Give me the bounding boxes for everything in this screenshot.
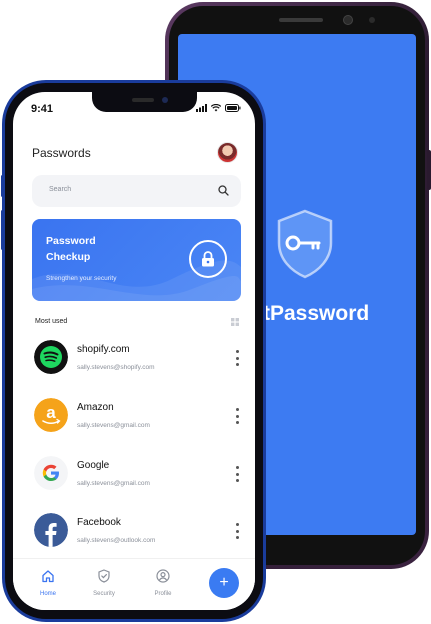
profile-icon [156, 569, 170, 583]
home-icon [42, 570, 54, 583]
back-phone-side-button [427, 150, 431, 190]
tab-home-label: Home [39, 591, 56, 597]
lock-icon [202, 251, 214, 267]
list-item[interactable]: Facebook sally.stevens@outlook.com [13, 513, 255, 563]
back-phone-sensor-icon [369, 17, 375, 23]
item-email: sally.stevens@gmail.com [77, 422, 150, 429]
front-camera-icon [162, 97, 168, 103]
more-options-icon[interactable] [234, 350, 240, 366]
search-icon[interactable] [218, 185, 229, 196]
notch [92, 92, 197, 112]
item-name: Amazon [77, 402, 114, 413]
volume-down-button [1, 210, 4, 250]
list-item[interactable]: shopify.com sally.stevens@shopify.com [13, 340, 255, 390]
item-email: sally.stevens@shopify.com [77, 364, 155, 371]
app-screen: 9:41 Passwords Search Password Checkup S… [13, 92, 255, 610]
list-item[interactable]: a Amazon sally.stevens@gmail.com [13, 398, 255, 448]
front-phone: 9:41 Passwords Search Password Checkup S… [1, 80, 266, 622]
avatar[interactable] [217, 142, 238, 163]
facebook-logo-icon [34, 513, 68, 547]
status-time: 9:41 [31, 103, 54, 115]
bottom-tab-bar: Home Security Profile + [13, 558, 255, 610]
more-options-icon[interactable] [234, 408, 240, 424]
amazon-logo-icon: a [34, 398, 68, 432]
more-options-icon[interactable] [234, 523, 240, 539]
tab-security-label: Security [93, 591, 115, 597]
item-name: shopify.com [77, 344, 130, 355]
status-icons [196, 104, 241, 112]
search-input[interactable]: Search [49, 186, 71, 193]
item-email: sally.stevens@gmail.com [77, 480, 150, 487]
back-phone-camera-icon [344, 16, 352, 24]
add-password-button[interactable]: + [209, 568, 239, 598]
most-used-label: Most used [35, 318, 68, 325]
more-options-icon[interactable] [234, 466, 240, 482]
grid-view-icon[interactable] [231, 318, 239, 326]
tab-profile[interactable]: Profile [143, 569, 183, 597]
spotify-logo-icon [34, 340, 68, 374]
shield-key-icon [277, 209, 333, 279]
item-email: sally.stevens@outlook.com [77, 537, 156, 544]
checkup-subtitle: Strengthen your security [46, 275, 117, 282]
signal-icon [196, 104, 207, 112]
app-brand-name: tPassword [263, 302, 370, 325]
tab-home[interactable]: Home [28, 569, 68, 597]
tab-profile-label: Profile [154, 591, 172, 597]
item-name: Facebook [77, 517, 121, 528]
wifi-icon [211, 104, 221, 112]
google-logo-icon [34, 456, 68, 490]
battery-icon [225, 104, 241, 112]
volume-up-button [1, 175, 4, 197]
checkup-title: Password Checkup [46, 235, 96, 263]
lock-button[interactable] [189, 240, 227, 278]
back-phone-speaker [279, 18, 323, 22]
shield-check-icon [98, 569, 110, 583]
search-bar[interactable]: Search [32, 175, 241, 207]
tab-security[interactable]: Security [84, 569, 124, 597]
password-checkup-card[interactable]: Password Checkup Strengthen your securit… [32, 219, 241, 301]
notch-speaker [132, 98, 154, 102]
svg-text:a: a [46, 403, 56, 422]
item-name: Google [77, 460, 110, 471]
phone-mockup-stage: tPassword 9:41 Passwords Search Password… [0, 0, 431, 624]
page-title: Passwords [32, 146, 91, 160]
list-item[interactable]: Google sally.stevens@gmail.com [13, 456, 255, 506]
